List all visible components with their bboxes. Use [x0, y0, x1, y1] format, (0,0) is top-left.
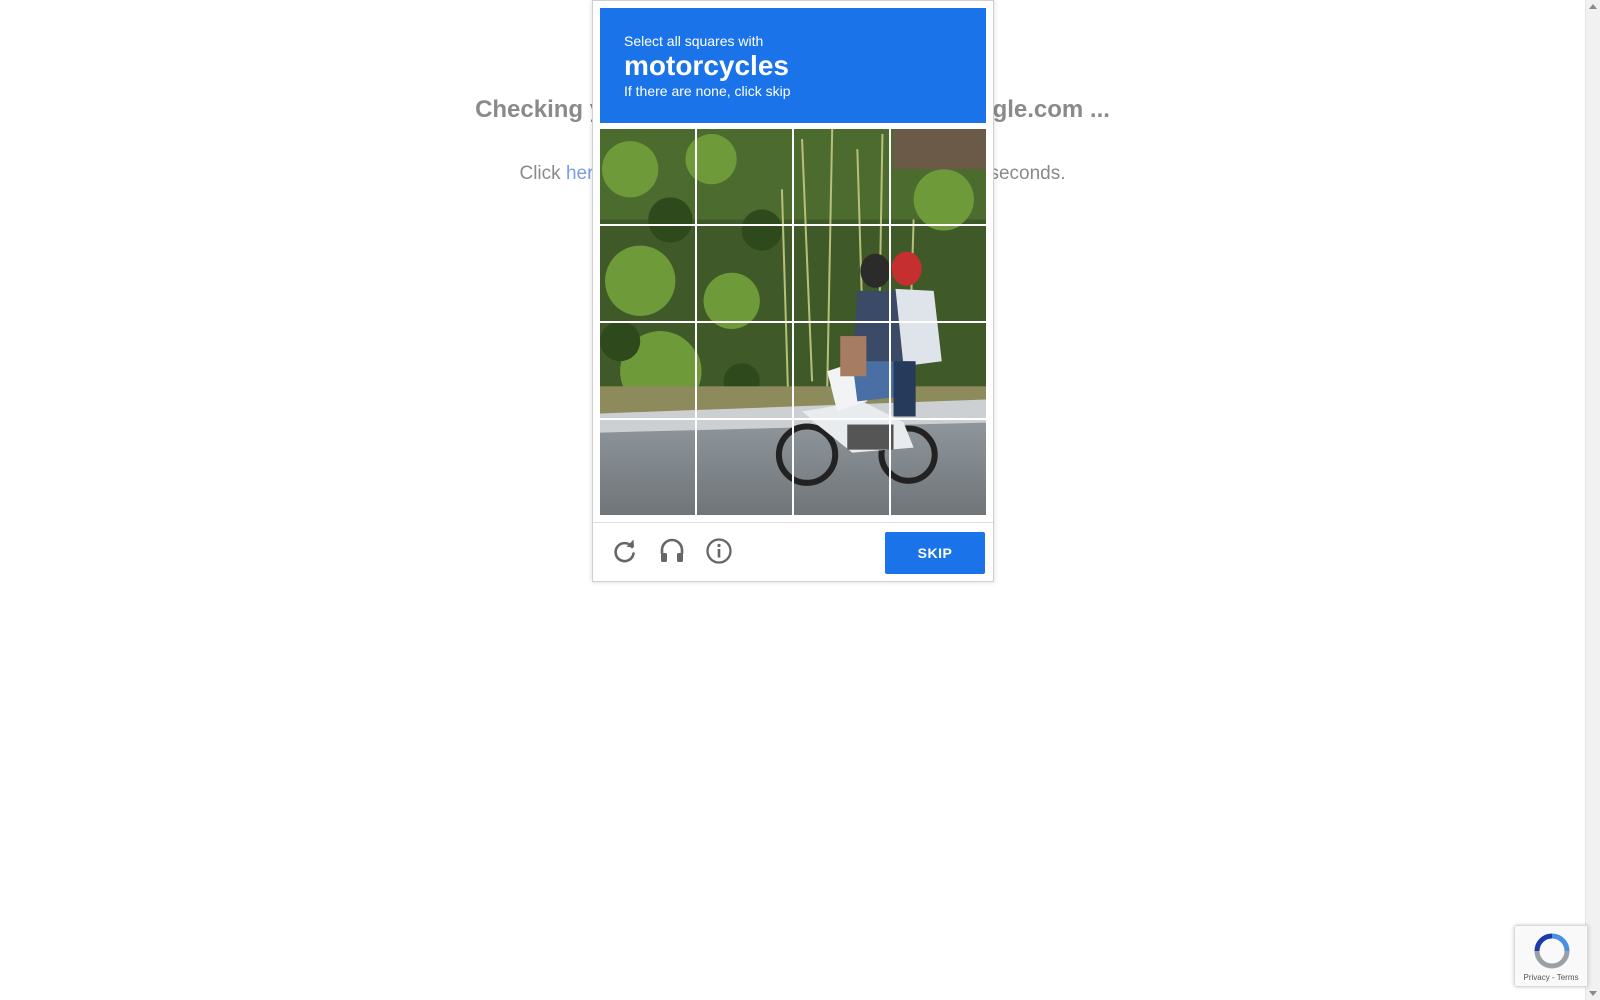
image-tile[interactable]	[697, 323, 792, 418]
image-tile[interactable]	[891, 129, 986, 224]
challenge-header: Select all squares with motorcycles If t…	[600, 8, 986, 123]
image-tile[interactable]	[794, 420, 889, 515]
challenge-instruction: Select all squares with	[624, 33, 764, 49]
challenge-keyword: motorcycles	[624, 50, 789, 81]
scroll-down-icon[interactable]	[1589, 991, 1597, 996]
image-tile[interactable]	[697, 420, 792, 515]
image-tile[interactable]	[794, 129, 889, 224]
challenge-footer: SKIP	[593, 522, 993, 582]
image-tile[interactable]	[794, 323, 889, 418]
image-tile[interactable]	[891, 226, 986, 321]
challenge-note: If there are none, click skip	[624, 83, 791, 99]
image-grid	[600, 129, 986, 515]
vertical-scrollbar[interactable]	[1585, 0, 1600, 1000]
badge-links[interactable]: Privacy - Terms	[1515, 973, 1587, 982]
info-icon[interactable]	[705, 537, 733, 565]
redirect-text-before: Click	[519, 163, 566, 184]
recaptcha-challenge: Select all squares with motorcycles If t…	[592, 0, 994, 582]
skip-button[interactable]: SKIP	[885, 532, 985, 574]
recaptcha-badge[interactable]: Privacy - Terms	[1514, 925, 1588, 987]
image-tile[interactable]	[600, 129, 695, 224]
image-tile[interactable]	[697, 226, 792, 321]
image-tile[interactable]	[600, 226, 695, 321]
image-tile[interactable]	[697, 129, 792, 224]
image-tile[interactable]	[600, 420, 695, 515]
image-tile[interactable]	[794, 226, 889, 321]
reload-icon[interactable]	[611, 537, 639, 565]
scroll-up-icon[interactable]	[1589, 4, 1597, 9]
image-tile[interactable]	[891, 420, 986, 515]
image-tile[interactable]	[891, 323, 986, 418]
headphones-icon[interactable]	[658, 537, 686, 565]
recaptcha-logo-icon	[1534, 933, 1570, 969]
image-tile[interactable]	[600, 323, 695, 418]
